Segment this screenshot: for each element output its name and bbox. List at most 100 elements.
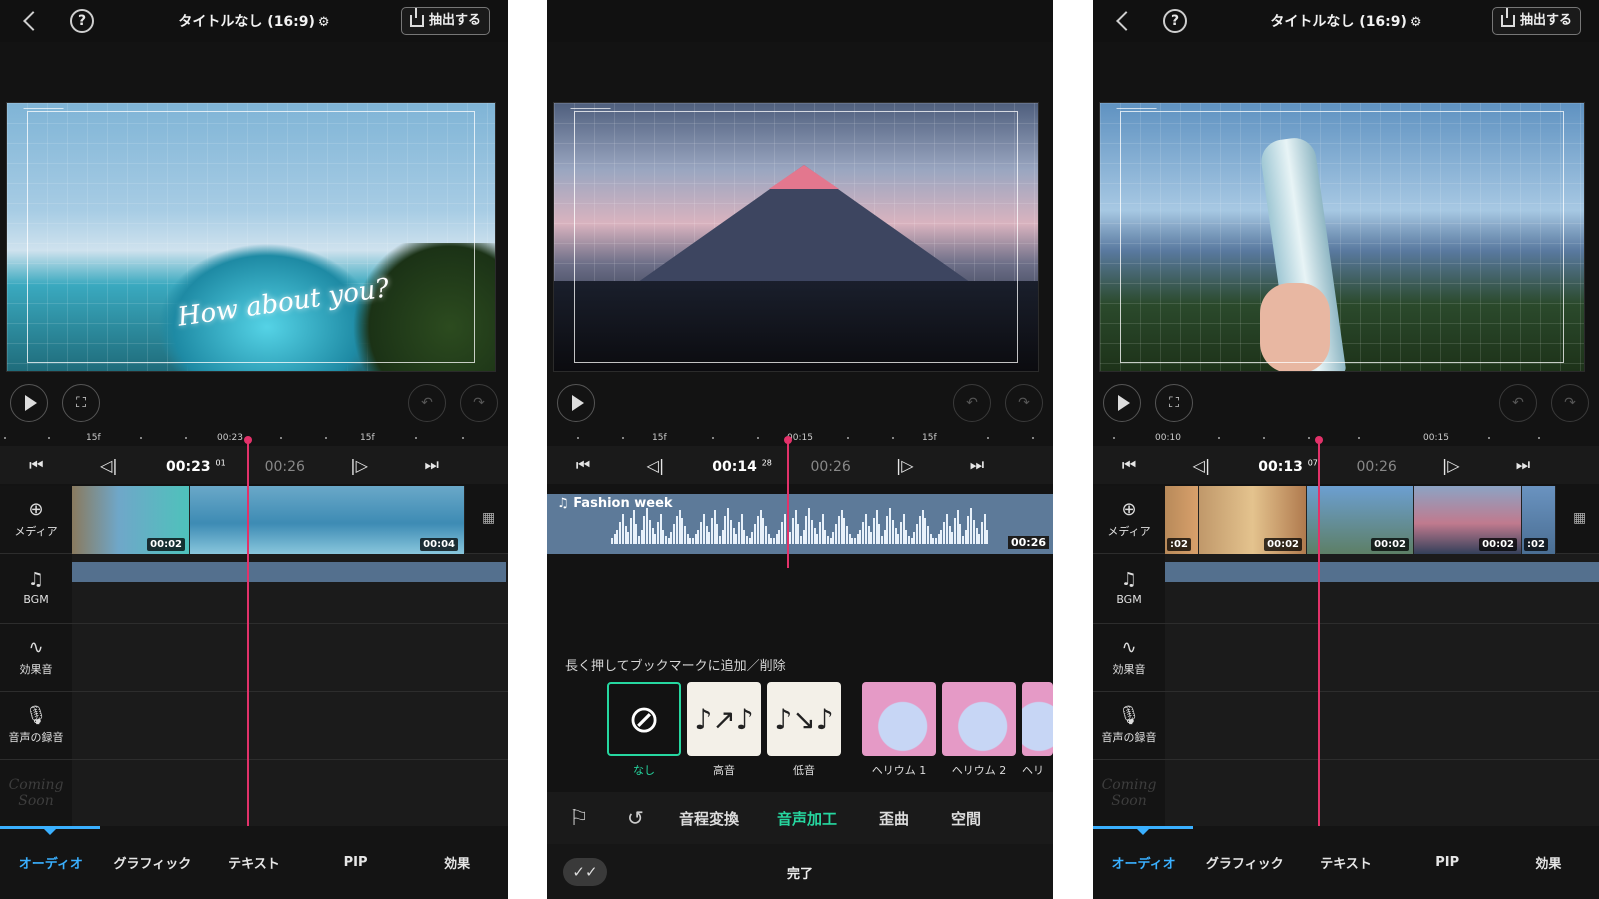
tab-audio[interactable]: オーディオ (1093, 853, 1194, 872)
back-button[interactable] (20, 8, 42, 34)
bgm-bar[interactable] (72, 562, 506, 582)
effect-helium-1[interactable] (862, 682, 936, 756)
grid-view-icon[interactable]: ▦ (482, 510, 502, 526)
tab-pip[interactable]: PIP (1397, 855, 1498, 870)
waveform-bar (945, 514, 948, 544)
audio-waveform-track[interactable]: ♫ Fashion week 00:26 (547, 494, 1053, 554)
project-title[interactable]: タイトルなし (16:9) ⚙ (1213, 11, 1479, 31)
done-button[interactable]: 完了 (547, 863, 1053, 882)
add-sfx-button[interactable]: ∿ 効果音 (0, 624, 72, 691)
undo-button[interactable]: ↶ (408, 384, 446, 422)
bookmark-icon[interactable]: ⚐ (569, 806, 597, 831)
clip[interactable]: :02 (1522, 486, 1556, 554)
playhead[interactable] (784, 436, 792, 568)
tab-audio[interactable]: オーディオ (0, 853, 102, 872)
bgm-bar[interactable] (1165, 562, 1599, 582)
redo-button[interactable]: ↷ (1005, 384, 1043, 422)
redo-button[interactable]: ↷ (1551, 384, 1589, 422)
prev-frame-button[interactable]: ◁| (73, 456, 146, 475)
skip-start-button[interactable]: ⏮ (1093, 455, 1165, 475)
effect-low-pitch[interactable]: ♪↘♪ (767, 682, 841, 756)
grid-view-icon[interactable]: ▦ (1573, 510, 1593, 526)
project-title[interactable]: タイトルなし (16:9) ⚙ (120, 11, 388, 31)
add-media-button[interactable]: ⊕ メディア (0, 486, 72, 553)
help-button[interactable]: ? (70, 9, 94, 33)
timeline-ruler[interactable]: 15f 00:15 15f (547, 432, 1053, 446)
category-voice[interactable]: 音声加工 (777, 808, 837, 829)
track-label: 効果音 (19, 662, 53, 676)
waveform-bar (783, 514, 786, 544)
clip[interactable]: 00:02 (1307, 486, 1414, 554)
add-bgm-button[interactable]: ♫ BGM (0, 554, 72, 623)
timeline-ruler[interactable]: 15f 00:23 15f (0, 432, 508, 446)
waveform-bar (773, 538, 775, 544)
effect-helium-2[interactable] (942, 682, 1016, 756)
clip[interactable]: 00:02 (1414, 486, 1522, 554)
play-button[interactable] (10, 384, 48, 422)
tab-text[interactable]: テキスト (1295, 853, 1396, 872)
bgm-track: ♫ BGM (1093, 554, 1599, 624)
effect-high-pitch[interactable]: ♪↗♪ (687, 682, 761, 756)
tab-effects[interactable]: 効果 (406, 853, 508, 872)
play-button[interactable] (557, 384, 595, 422)
add-media-button[interactable]: ⊕ メディア (1093, 486, 1165, 553)
skip-end-button[interactable]: ⏭ (941, 455, 1013, 475)
add-voice-button[interactable]: 🎙 音声の録音 (0, 692, 72, 759)
clip[interactable]: 00:02 (1199, 486, 1307, 554)
coming-soon-text: Coming Soon (8, 777, 64, 809)
skip-start-button[interactable]: ⏮ (0, 455, 73, 475)
add-sfx-button[interactable]: ∿ 効果音 (1093, 624, 1165, 691)
next-frame-button[interactable]: |▷ (869, 456, 941, 475)
export-button[interactable]: 抽出する (1491, 7, 1581, 35)
ruler-label: 15f (652, 433, 667, 443)
waveform-bar (870, 532, 873, 544)
category-distortion[interactable]: 歪曲 (879, 808, 909, 829)
effect-categories: ⚐ ↺ 音程変換 音声加工 歪曲 空間 (547, 792, 1053, 844)
waveform-bar (708, 532, 711, 544)
waveform-bar (935, 538, 937, 544)
clip[interactable]: 00:02 (72, 486, 190, 554)
total-time-value: 00:26 (810, 458, 851, 475)
undo-button[interactable]: ↶ (953, 384, 991, 422)
tab-pip[interactable]: PIP (305, 855, 407, 870)
fullscreen-button[interactable]: ⛶ (62, 384, 100, 422)
timeline-ruler[interactable]: 00:10 00:15 (1093, 432, 1599, 446)
tab-text[interactable]: テキスト (203, 853, 305, 872)
export-button[interactable]: 抽出する (400, 7, 490, 35)
category-pitch[interactable]: 音程変換 (679, 808, 739, 829)
history-icon[interactable]: ↺ (627, 806, 659, 830)
prev-frame-button[interactable]: ◁| (619, 456, 691, 475)
clip[interactable]: 00:04 (190, 486, 465, 554)
tab-effects[interactable]: 効果 (1498, 853, 1599, 872)
add-voice-button[interactable]: 🎙 音声の録音 (1093, 692, 1165, 759)
undo-button[interactable]: ↶ (1499, 384, 1537, 422)
effect-none[interactable]: ⊘ (607, 682, 681, 756)
skip-start-button[interactable]: ⏮ (547, 455, 619, 475)
track-label: メディア (1107, 524, 1151, 538)
category-space[interactable]: 空間 (951, 808, 981, 829)
skip-end-button[interactable]: ⏭ (1487, 455, 1559, 475)
next-frame-button[interactable]: |▷ (323, 456, 396, 475)
help-button[interactable]: ? (1163, 9, 1187, 33)
media-clips: 00:02 00:04 (72, 486, 465, 554)
prev-frame-button[interactable]: ◁| (1165, 456, 1237, 475)
add-bgm-button[interactable]: ♫ BGM (1093, 554, 1165, 623)
back-button[interactable] (1113, 8, 1135, 34)
tab-graphic[interactable]: グラフィック (1194, 853, 1295, 872)
effect-helium-3[interactable] (1022, 682, 1053, 756)
voice-lane (1165, 692, 1599, 759)
play-button[interactable] (1103, 384, 1141, 422)
track-area: ⊕ メディア :02 00:02 00:02 00:02 :02 ▦ ♫ BGM ∿… (1093, 486, 1599, 826)
playhead[interactable] (244, 436, 252, 828)
redo-button[interactable]: ↷ (460, 384, 498, 422)
skip-end-button[interactable]: ⏭ (395, 455, 468, 475)
undo-icon: ↶ (966, 395, 978, 411)
none-icon: ⊘ (628, 697, 660, 741)
waveform-bar (667, 538, 670, 544)
next-frame-button[interactable]: |▷ (1415, 456, 1487, 475)
tab-graphic[interactable]: グラフィック (102, 853, 204, 872)
clip[interactable]: :02 (1165, 486, 1199, 554)
fullscreen-button[interactable]: ⛶ (1155, 384, 1193, 422)
waveform-bar (665, 536, 667, 544)
playhead[interactable] (1315, 436, 1323, 828)
